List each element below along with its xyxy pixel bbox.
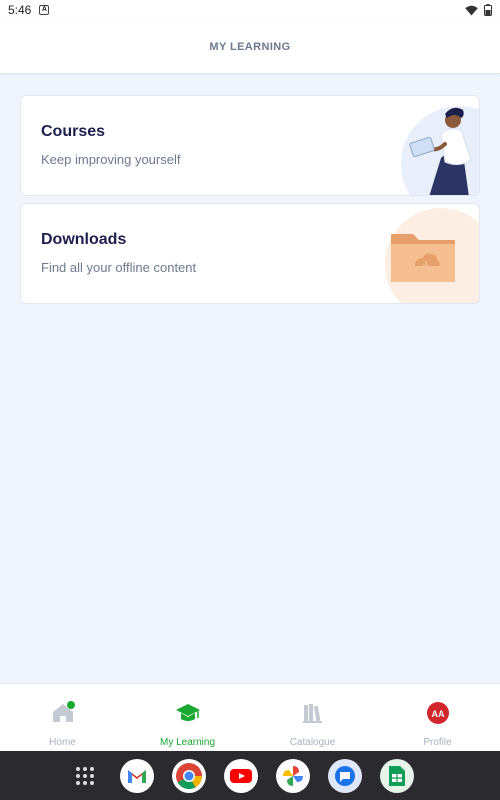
nav-label-home: Home xyxy=(49,737,76,748)
gmail-icon[interactable] xyxy=(120,758,154,793)
messages-icon[interactable] xyxy=(328,758,362,793)
courses-card[interactable]: Courses Keep improving yourself xyxy=(20,95,480,196)
status-time: 5:46 xyxy=(8,3,32,17)
home-icon xyxy=(52,701,75,722)
downloads-card-subtitle: Find all your offline content xyxy=(41,260,197,275)
youtube-icon[interactable] xyxy=(224,758,258,793)
downloads-card-title: Downloads xyxy=(41,231,127,248)
nav-item-profile[interactable]: AA Profile xyxy=(375,684,500,751)
avatar-initials: AA xyxy=(431,709,444,719)
nav-item-my-learning[interactable]: My Learning xyxy=(125,684,250,751)
nav-label-catalogue: Catalogue xyxy=(289,737,336,748)
nav-item-catalogue[interactable]: Catalogue xyxy=(250,684,375,751)
notification-icon: A xyxy=(39,5,50,15)
wifi-icon xyxy=(465,5,478,15)
courses-card-title: Courses xyxy=(41,123,106,140)
app-drawer-icon[interactable] xyxy=(68,759,102,793)
sheets-icon[interactable] xyxy=(380,758,414,793)
nav-label-profile: Profile xyxy=(423,737,452,748)
chrome-icon[interactable] xyxy=(172,758,206,793)
nav-item-home[interactable]: Home xyxy=(0,684,125,751)
nav-label-my-learning: My Learning xyxy=(159,737,216,748)
photos-icon[interactable] xyxy=(276,758,310,793)
status-icons xyxy=(465,4,492,16)
downloads-card[interactable]: Downloads Find all your offline content xyxy=(20,203,480,304)
app-header: MY LEARNING xyxy=(0,20,500,73)
reader-illustration-icon xyxy=(401,106,479,195)
status-bar: 5:46 A xyxy=(0,0,500,20)
books-icon xyxy=(302,704,322,723)
battery-icon xyxy=(484,4,492,16)
system-dock xyxy=(0,751,500,800)
folder-download-icon xyxy=(385,208,479,303)
page-title: MY LEARNING xyxy=(209,40,291,53)
graduation-cap-icon xyxy=(175,704,200,721)
avatar-icon: AA xyxy=(426,702,449,724)
courses-card-subtitle: Keep improving yourself xyxy=(41,152,181,167)
bottom-navigation: Home My Learning Catalogue AA Profile xyxy=(0,683,500,751)
